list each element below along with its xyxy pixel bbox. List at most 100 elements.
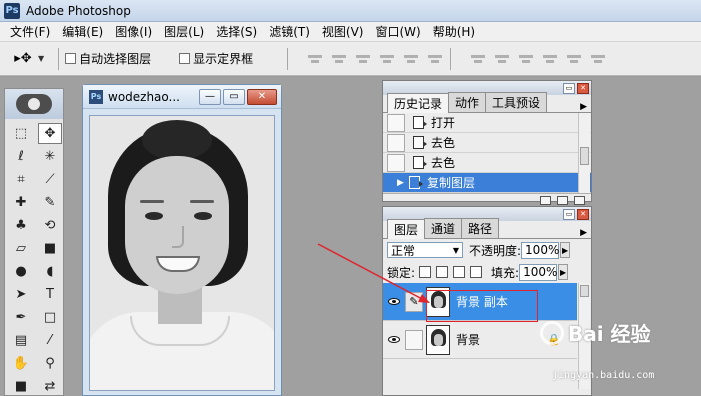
history-scrollbar[interactable]: [578, 113, 590, 193]
brush-tool-icon[interactable]: ✎: [38, 192, 62, 213]
lock-pixels-icon[interactable]: [436, 266, 449, 278]
history-brush-tool-icon[interactable]: ⟲: [38, 215, 62, 236]
gradient-tool-icon[interactable]: ■: [38, 238, 62, 259]
pen-tool-icon[interactable]: ✒: [9, 307, 33, 328]
history-item[interactable]: 打开: [383, 113, 591, 133]
magic-wand-tool-icon[interactable]: ✳: [38, 146, 62, 167]
auto-select-checkbox[interactable]: [65, 53, 77, 64]
dodge-tool-icon[interactable]: ◖: [38, 261, 62, 282]
tool-preset-dropdown[interactable]: ▼: [38, 54, 44, 63]
menu-window[interactable]: 窗口(W): [369, 23, 426, 40]
trash-icon[interactable]: [574, 196, 585, 205]
rectangle-tool-icon[interactable]: □: [38, 307, 62, 328]
tab-paths[interactable]: 路径: [461, 218, 500, 238]
fill-slider-button[interactable]: ▶: [558, 264, 569, 280]
menu-filter[interactable]: 滤镜(T): [263, 23, 316, 40]
menu-layer[interactable]: 图层(L): [158, 23, 210, 40]
align-left-icon[interactable]: [378, 52, 396, 66]
close-button[interactable]: ✕: [247, 88, 277, 105]
panel-minimize-button[interactable]: ▭: [563, 208, 575, 220]
layer-name[interactable]: 背景: [456, 331, 480, 348]
eraser-tool-icon[interactable]: ▱: [9, 238, 33, 259]
healing-brush-tool-icon[interactable]: ✚: [9, 192, 33, 213]
path-selection-tool-icon[interactable]: ➤: [9, 284, 33, 305]
distribute-hcenter-icon[interactable]: [565, 52, 583, 66]
tab-actions[interactable]: 动作: [448, 92, 487, 112]
align-bottom-icon[interactable]: [354, 52, 372, 66]
layers-scroll-thumb[interactable]: [580, 285, 589, 297]
opacity-slider-button[interactable]: ▶: [560, 242, 571, 258]
history-scroll-thumb[interactable]: [580, 147, 589, 165]
tab-tool-presets[interactable]: 工具预设: [485, 92, 548, 112]
zoom-tool-icon[interactable]: ⚲: [38, 353, 62, 374]
panel-close-button[interactable]: ✕: [577, 208, 589, 220]
lock-transparency-icon[interactable]: [419, 266, 432, 278]
type-tool-icon[interactable]: T: [38, 284, 62, 305]
lock-all-icon[interactable]: [470, 266, 483, 278]
lock-row: 锁定: 填充: 100% ▶: [383, 261, 591, 283]
menu-image[interactable]: 图像(I): [109, 23, 158, 40]
clone-stamp-tool-icon[interactable]: ♣: [9, 215, 33, 236]
photo-hair-bun: [142, 120, 212, 160]
blur-tool-icon[interactable]: ●: [9, 261, 33, 282]
align-hcenter-icon[interactable]: [402, 52, 420, 66]
menu-view[interactable]: 视图(V): [316, 23, 370, 40]
menu-edit[interactable]: 编辑(E): [56, 23, 109, 40]
marquee-tool-icon[interactable]: ⬚: [9, 123, 33, 144]
link-cell[interactable]: [405, 329, 423, 350]
document-title-bar[interactable]: Ps wodezhao... — ▭ ✕: [83, 85, 281, 109]
document-canvas[interactable]: [89, 115, 275, 391]
document-icon: Ps: [89, 89, 103, 104]
tab-layers[interactable]: 图层: [387, 219, 426, 239]
menu-file[interactable]: 文件(F): [4, 23, 56, 40]
slice-tool-icon[interactable]: ⟋: [38, 169, 62, 190]
history-item[interactable]: 去色: [383, 133, 591, 153]
minimize-button[interactable]: —: [199, 88, 221, 105]
distribute-vcenter-icon[interactable]: [493, 52, 511, 66]
eyedropper-tool-icon[interactable]: ⁄: [38, 330, 62, 351]
history-item[interactable]: 去色: [383, 153, 591, 173]
show-bounds-checkbox[interactable]: [179, 53, 191, 64]
maximize-button[interactable]: ▭: [223, 88, 245, 105]
crop-tool-icon[interactable]: ⌗: [9, 169, 33, 190]
notes-tool-icon[interactable]: ▤: [9, 330, 33, 351]
brush-link-icon[interactable]: ✎: [405, 291, 423, 312]
panel-menu-icon[interactable]: ▶: [580, 102, 587, 112]
lock-position-icon[interactable]: [453, 266, 466, 278]
lasso-tool-icon[interactable]: ℓ: [9, 146, 33, 167]
visibility-toggle[interactable]: [385, 330, 403, 350]
align-vcenter-icon[interactable]: [330, 52, 348, 66]
auto-select-layer-option[interactable]: 自动选择图层: [65, 50, 151, 67]
align-top-icon[interactable]: [306, 52, 324, 66]
panel-close-button[interactable]: ✕: [577, 82, 589, 94]
swap-colors-icon[interactable]: ⇄: [38, 376, 62, 396]
menu-select[interactable]: 选择(S): [210, 23, 263, 40]
tab-history[interactable]: 历史记录: [387, 93, 450, 113]
foreground-color-icon[interactable]: ■: [9, 376, 33, 396]
new-document-icon[interactable]: [540, 196, 551, 205]
distribute-top-icon[interactable]: [469, 52, 487, 66]
align-right-icon[interactable]: [426, 52, 444, 66]
distribute-bottom-icon[interactable]: [517, 52, 535, 66]
move-tool-icon[interactable]: ✥: [38, 123, 62, 144]
history-snapshot-box[interactable]: [387, 153, 405, 172]
menu-help[interactable]: 帮助(H): [427, 23, 481, 40]
fill-field[interactable]: 100%: [519, 263, 557, 281]
visibility-toggle[interactable]: [385, 292, 403, 312]
blend-mode-select[interactable]: 正常 ▼: [387, 242, 463, 258]
move-tool-icon[interactable]: ▸✥: [8, 48, 38, 70]
distribute-left-icon[interactable]: [541, 52, 559, 66]
photoshop-eye-logo-icon[interactable]: [16, 94, 52, 114]
tab-channels[interactable]: 通道: [424, 218, 463, 238]
history-snapshot-box[interactable]: [387, 133, 405, 152]
distribute-right-icon[interactable]: [589, 52, 607, 66]
hand-tool-icon[interactable]: ✋: [9, 353, 33, 374]
history-item-selected[interactable]: ▶ 复制图层: [383, 173, 591, 193]
opacity-field[interactable]: 100%: [521, 241, 559, 259]
panel-minimize-button[interactable]: ▭: [563, 82, 575, 94]
document-window[interactable]: Ps wodezhao... — ▭ ✕: [82, 84, 282, 396]
panel-menu-icon[interactable]: ▶: [580, 228, 587, 238]
snapshot-icon[interactable]: [557, 196, 568, 205]
history-snapshot-box[interactable]: [387, 113, 405, 132]
show-bounds-option[interactable]: 显示定界框: [179, 50, 253, 67]
